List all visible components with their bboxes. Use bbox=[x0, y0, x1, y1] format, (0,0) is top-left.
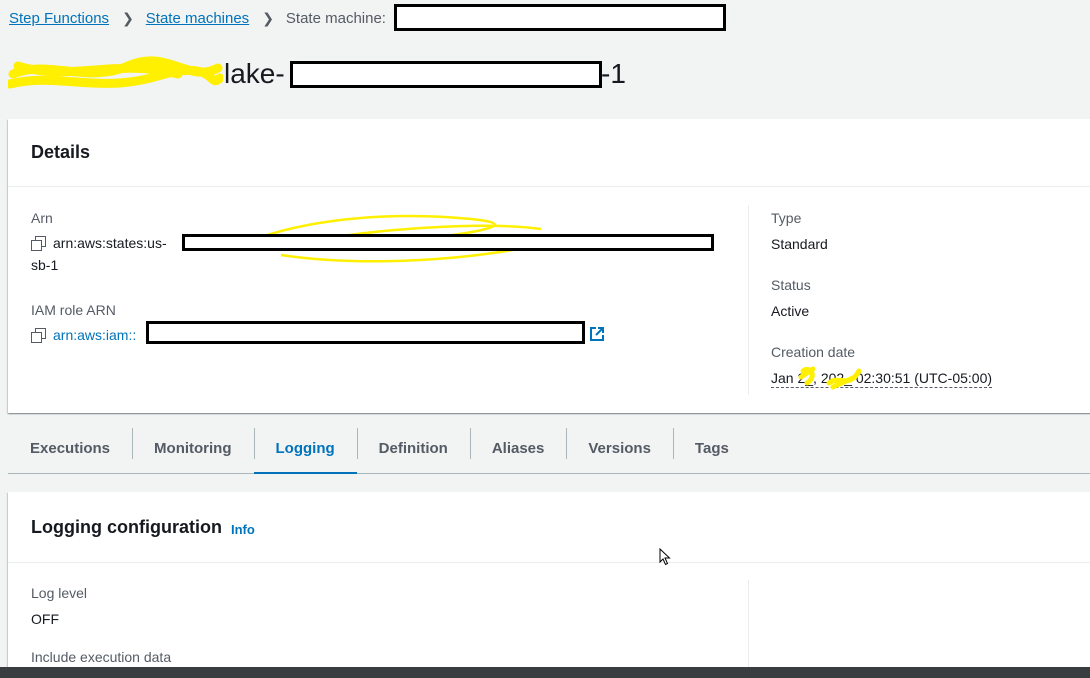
title-fragment: lake- bbox=[224, 58, 285, 89]
arn-value: arn:aws:states:us- bbox=[53, 235, 167, 251]
info-link[interactable]: Info bbox=[231, 522, 255, 537]
logging-heading: Logging configuration bbox=[31, 516, 222, 537]
external-link-icon[interactable] bbox=[589, 326, 605, 342]
copy-icon[interactable] bbox=[31, 328, 46, 343]
logging-header: Logging configuration Info bbox=[8, 492, 1090, 563]
include-execution-data-label: Include execution data bbox=[31, 649, 172, 665]
tab-logging[interactable]: Logging bbox=[253, 423, 357, 474]
creation-date-label: Creation date bbox=[771, 344, 856, 360]
tab-bar: Executions Monitoring Logging Definition… bbox=[8, 423, 1090, 474]
tab-versions[interactable]: Versions bbox=[566, 423, 673, 473]
redaction-box bbox=[290, 61, 602, 88]
breadcrumb-current: State machine: bbox=[285, 9, 386, 27]
details-left-column: Arn arn:aws:states:us- sb-1 IAM role ARN… bbox=[31, 209, 731, 347]
iam-role-link[interactable]: arn:aws:iam:: bbox=[53, 327, 136, 343]
tab-aliases[interactable]: Aliases bbox=[469, 423, 567, 473]
mouse-cursor-icon bbox=[659, 548, 671, 566]
breadcrumb-state-machines[interactable]: State machines bbox=[146, 10, 249, 27]
redaction-scribble bbox=[8, 56, 223, 89]
chevron-right-icon: ❯ bbox=[262, 9, 274, 26]
redaction-box bbox=[146, 321, 585, 344]
title-fragment: -1 bbox=[601, 58, 626, 89]
details-right-column: Type Standard Status Active Creation dat… bbox=[771, 209, 993, 390]
type-value: Standard bbox=[771, 236, 828, 252]
status-value: Active bbox=[771, 303, 810, 319]
iam-role-label: IAM role ARN bbox=[31, 302, 116, 318]
page-title: lake- -1 bbox=[8, 52, 648, 96]
column-divider bbox=[748, 205, 749, 395]
chevron-right-icon: ❯ bbox=[122, 9, 134, 26]
breadcrumb: Step Functions ❯ State machines ❯ State … bbox=[9, 8, 386, 28]
tab-definition[interactable]: Definition bbox=[356, 423, 470, 473]
status-label: Status bbox=[771, 277, 811, 293]
details-panel: Details Arn arn:aws:states:us- sb-1 IAM … bbox=[8, 119, 1090, 413]
tab-monitoring[interactable]: Monitoring bbox=[132, 423, 253, 473]
log-level-label: Log level bbox=[31, 585, 88, 601]
tab-executions[interactable]: Executions bbox=[8, 423, 132, 473]
logging-configuration-panel: Logging configuration Info Log level OFF… bbox=[8, 492, 1090, 678]
column-divider bbox=[748, 580, 749, 678]
bottom-bar bbox=[0, 667, 1090, 678]
redaction-scribble bbox=[826, 368, 862, 390]
details-heading: Details bbox=[31, 142, 91, 162]
redaction-box bbox=[394, 4, 726, 31]
breadcrumb-step-functions[interactable]: Step Functions bbox=[9, 10, 109, 27]
creation-date-row: Jan 2_, 202_ 02:30:51 (UTC-05:00) bbox=[771, 366, 993, 390]
details-header: Details bbox=[8, 119, 1090, 187]
iam-role-row: arn:aws:iam:: bbox=[31, 321, 731, 347]
arn-row: arn:aws:states:us- bbox=[31, 214, 731, 263]
logging-left-column: Log level OFF Include execution data bbox=[31, 584, 171, 666]
iam-role-field: IAM role ARN arn:aws:iam:: bbox=[31, 301, 731, 347]
tab-tags[interactable]: Tags bbox=[672, 423, 751, 473]
redaction-box bbox=[182, 234, 714, 251]
copy-icon[interactable] bbox=[31, 236, 46, 251]
log-level-value: OFF bbox=[31, 611, 59, 627]
type-label: Type bbox=[771, 210, 802, 226]
